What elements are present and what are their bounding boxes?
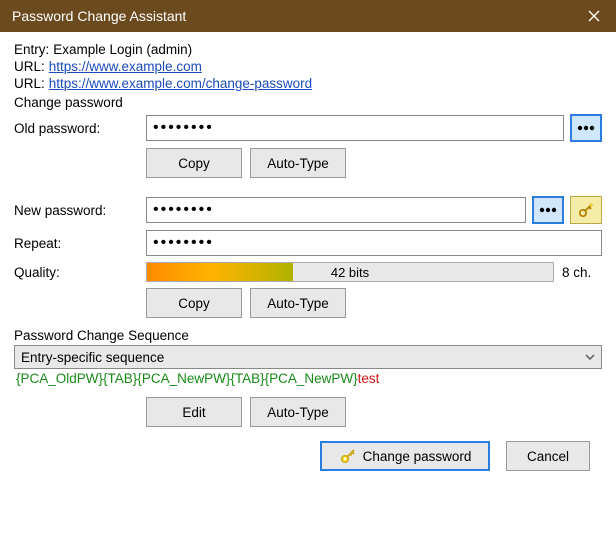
quality-char-count: 8 ch. xyxy=(562,265,602,280)
cancel-button[interactable]: Cancel xyxy=(506,441,590,471)
sequence-literal: test xyxy=(358,371,380,386)
new-password-row: New password: xyxy=(14,196,602,224)
old-password-buttons: Copy Auto-Type xyxy=(146,148,602,178)
new-password-autotype-button[interactable]: Auto-Type xyxy=(250,288,346,318)
change-password-header: Change password xyxy=(14,95,602,110)
dialog-content: Entry: Example Login (admin) URL: https:… xyxy=(0,32,616,485)
new-password-input[interactable] xyxy=(146,197,526,223)
sequence-autotype-button[interactable]: Auto-Type xyxy=(250,397,346,427)
url2-link[interactable]: https://www.example.com/change-password xyxy=(49,76,312,91)
sequence-edit-button[interactable]: Edit xyxy=(146,397,242,427)
titlebar: Password Change Assistant xyxy=(0,0,616,32)
new-password-copy-button[interactable]: Copy xyxy=(146,288,242,318)
window-title: Password Change Assistant xyxy=(12,8,572,24)
old-password-row: Old password: xyxy=(14,114,602,142)
entry-value: Example Login (admin) xyxy=(53,42,192,57)
old-password-autotype-button[interactable]: Auto-Type xyxy=(250,148,346,178)
old-password-copy-button[interactable]: Copy xyxy=(146,148,242,178)
new-password-buttons: Copy Auto-Type xyxy=(146,288,602,318)
sequence-buttons: Edit Auto-Type xyxy=(146,397,602,427)
quality-row: Quality: 42 bits 8 ch. xyxy=(14,262,602,282)
quality-label: Quality: xyxy=(14,265,146,280)
change-password-label: Change password xyxy=(363,449,472,464)
old-password-reveal-button[interactable] xyxy=(570,114,602,142)
chevron-down-icon xyxy=(585,354,595,360)
dialog-footer: Change password Cancel xyxy=(14,431,602,471)
repeat-input[interactable] xyxy=(146,230,602,256)
dots-icon xyxy=(577,123,595,133)
old-password-input[interactable] xyxy=(146,115,564,141)
old-password-label: Old password: xyxy=(14,121,146,136)
entry-row: Entry: Example Login (admin) xyxy=(14,42,602,57)
key-sparkle-icon xyxy=(577,201,595,219)
sequence-placeholders: {PCA_OldPW}{TAB}{PCA_NewPW}{TAB}{PCA_New… xyxy=(16,371,358,386)
change-password-button[interactable]: Change password xyxy=(320,441,490,471)
sequence-display: {PCA_OldPW}{TAB}{PCA_NewPW}{TAB}{PCA_New… xyxy=(14,369,602,391)
url1-row: URL: https://www.example.com xyxy=(14,59,602,74)
key-icon xyxy=(339,447,357,465)
dots-icon xyxy=(539,205,557,215)
close-button[interactable] xyxy=(572,0,616,32)
url1-label: URL: xyxy=(14,59,45,74)
sequence-header: Password Change Sequence xyxy=(14,328,602,343)
generate-password-button[interactable] xyxy=(570,196,602,224)
close-icon xyxy=(588,10,600,22)
repeat-row: Repeat: xyxy=(14,230,602,256)
sequence-dropdown[interactable]: Entry-specific sequence xyxy=(14,345,602,369)
url2-label: URL: xyxy=(14,76,45,91)
url1-link[interactable]: https://www.example.com xyxy=(49,59,202,74)
quality-bar: 42 bits xyxy=(146,262,554,282)
new-password-reveal-button[interactable] xyxy=(532,196,564,224)
quality-bits: 42 bits xyxy=(147,265,553,280)
sequence-dropdown-value: Entry-specific sequence xyxy=(21,350,164,365)
url2-row: URL: https://www.example.com/change-pass… xyxy=(14,76,602,91)
repeat-label: Repeat: xyxy=(14,236,146,251)
new-password-label: New password: xyxy=(14,203,146,218)
entry-label: Entry: xyxy=(14,42,49,57)
